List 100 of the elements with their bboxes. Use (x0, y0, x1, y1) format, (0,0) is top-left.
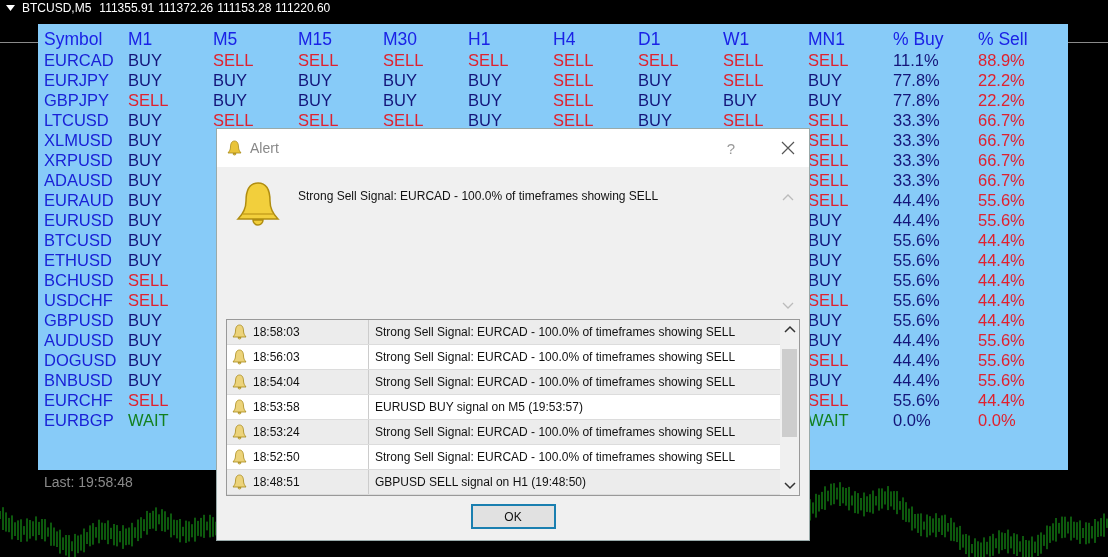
table-cell: BUY (128, 51, 162, 69)
log-message: Strong Sell Signal: EURCAD - 100.0% of timeframes showing SELL (375, 450, 736, 464)
table-cell: BUY (128, 211, 162, 229)
table-cell: 77.8% (893, 71, 940, 89)
price-value: 111220.60 (275, 0, 331, 15)
table-cell: 44.4% (978, 391, 1025, 409)
table-cell: 55.6% (978, 331, 1025, 349)
scroll-down-icon[interactable] (783, 482, 796, 490)
alert-message: Strong Sell Signal: EURCAD - 100.0% of timeframes showing SELL (298, 189, 659, 203)
column-header: M30 (383, 28, 419, 50)
log-time: 18:53:24 (253, 425, 300, 439)
table-cell: BUY (128, 231, 162, 249)
log-message: GBPUSD SELL signal on H1 (19:48:50) (375, 475, 586, 489)
table-cell: 0.0% (978, 411, 1016, 429)
bell-icon (233, 179, 283, 229)
table-cell: EURUSD (44, 211, 114, 229)
table-cell: DOGUSD (44, 351, 117, 369)
table-cell: 44.4% (893, 371, 940, 389)
close-icon[interactable] (781, 141, 795, 155)
table-cell: BUY (468, 111, 502, 129)
table-cell: XLMUSD (44, 131, 113, 149)
table-cell: SELL (213, 51, 254, 69)
column-header: H1 (468, 28, 492, 50)
bell-icon (232, 324, 247, 340)
table-cell: BUY (383, 71, 417, 89)
table-cell: BUY (128, 311, 162, 329)
table-cell: 44.4% (978, 311, 1025, 329)
table-cell: BUY (213, 91, 247, 109)
table-cell: BUY (128, 191, 162, 209)
table-cell: EURAUD (44, 191, 114, 209)
chart-symbol: BTCUSD,M5 (22, 0, 92, 15)
price-value: 111355.91 (99, 0, 155, 15)
column-header: % Sell (978, 28, 1029, 50)
table-cell: 44.4% (978, 251, 1025, 269)
table-cell: WAIT (128, 411, 169, 429)
table-cell: SELL (128, 91, 169, 109)
table-cell: 55.6% (893, 291, 940, 309)
scrollbar[interactable] (780, 320, 799, 495)
table-cell: ETHUSD (44, 251, 112, 269)
caret-icon[interactable] (6, 4, 15, 11)
table-cell: SELL (298, 111, 339, 129)
table-cell: SELL (723, 51, 764, 69)
table-cell: SELL (468, 51, 509, 69)
log-time: 18:52:50 (253, 450, 300, 464)
column-header: M1 (128, 28, 154, 50)
table-cell: BUY (128, 371, 162, 389)
table-cell: SELL (808, 131, 849, 149)
table-cell: 44.4% (978, 231, 1025, 249)
table-cell: BUY (128, 171, 162, 189)
table-cell: SELL (808, 171, 849, 189)
table-cell: AUDUSD (44, 331, 114, 349)
table-cell: BUY (128, 251, 162, 269)
table-cell: 55.6% (893, 271, 940, 289)
table-cell: LTCUSD (44, 111, 109, 129)
last-update: Last: 19:58:48 (44, 474, 133, 490)
table-cell: USDCHF (44, 291, 113, 309)
bell-icon (232, 449, 247, 465)
scroll-up-icon[interactable] (783, 325, 796, 333)
table-cell: BUY (128, 71, 162, 89)
table-cell: 44.4% (893, 211, 940, 229)
table-cell: BUY (723, 91, 757, 109)
table-cell: 44.4% (978, 271, 1025, 289)
table-cell: EURCAD (44, 51, 114, 69)
log-message: Strong Sell Signal: EURCAD - 100.0% of timeframes showing SELL (375, 375, 736, 389)
table-cell: BUY (808, 91, 842, 109)
column-header: W1 (723, 28, 751, 50)
table-cell: BTCUSD (44, 231, 112, 249)
table-cell: 66.7% (978, 171, 1025, 189)
table-cell: 44.4% (978, 291, 1025, 309)
table-cell: SELL (383, 51, 424, 69)
bell-icon (232, 374, 247, 390)
table-cell: 66.7% (978, 131, 1025, 149)
price-value: 111153.28 (217, 0, 272, 15)
table-cell: BUY (128, 131, 162, 149)
table-cell: SELL (808, 291, 849, 309)
table-cell: SELL (808, 51, 849, 69)
table-cell: EURCHF (44, 391, 113, 409)
table-cell: 0.0% (893, 411, 931, 429)
table-cell: 44.4% (893, 331, 940, 349)
scroll-thumb[interactable] (782, 348, 797, 437)
table-cell: SELL (128, 391, 169, 409)
table-cell: EURJPY (44, 71, 110, 89)
table-cell: BUY (128, 111, 162, 129)
table-cell: 88.9% (978, 51, 1025, 69)
column-header: D1 (638, 28, 662, 50)
log-time: 18:56:03 (253, 350, 300, 364)
table-cell: 55.6% (893, 311, 940, 329)
ok-button[interactable]: OK (470, 504, 556, 529)
column-header: Symbol (44, 28, 104, 50)
table-cell: SELL (553, 91, 594, 109)
log-message: Strong Sell Signal: EURCAD - 100.0% of timeframes showing SELL (375, 325, 736, 339)
table-cell: SELL (723, 71, 764, 89)
table-cell: 33.3% (893, 151, 940, 169)
table-cell: XRPUSD (44, 151, 113, 169)
table-cell: BUY (128, 351, 162, 369)
table-cell: BUY (298, 91, 332, 109)
table-cell: 22.2% (978, 91, 1025, 109)
bell-icon (232, 474, 247, 490)
table-cell: BUY (298, 71, 332, 89)
log-time: 18:58:03 (253, 325, 300, 339)
